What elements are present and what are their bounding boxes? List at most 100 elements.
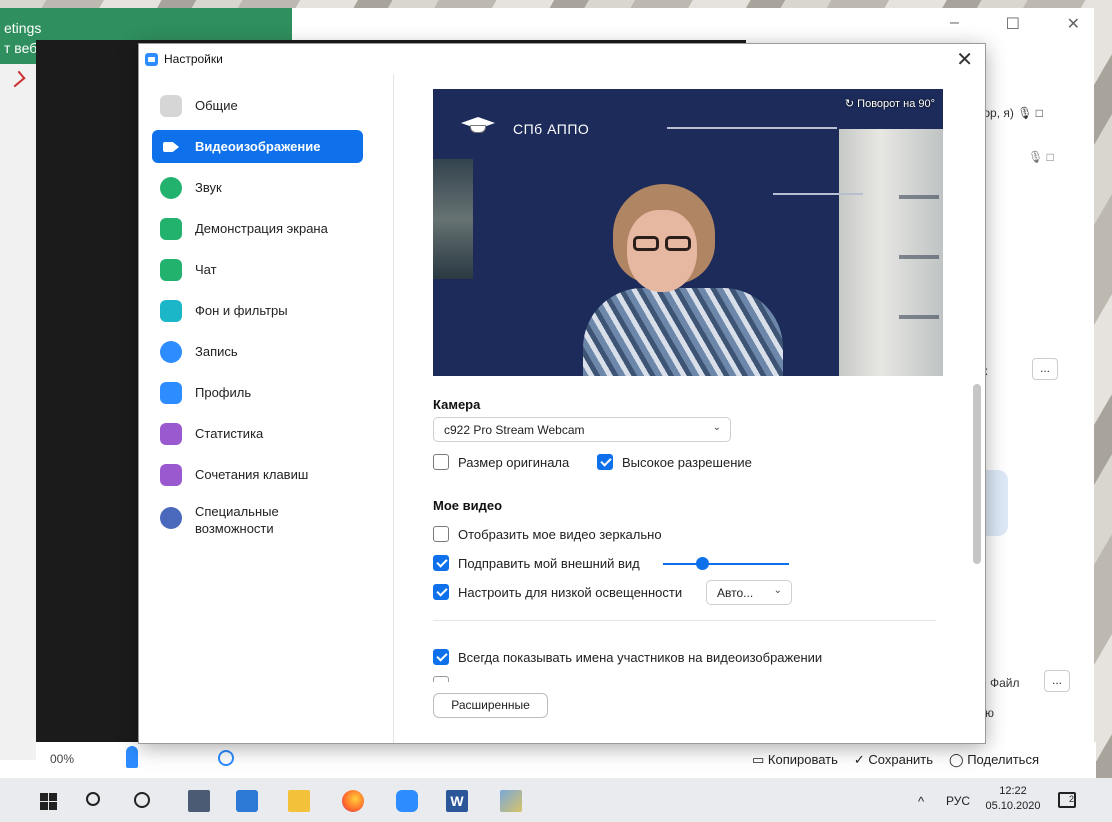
sidebar-item-label: Статистика <box>195 426 264 441</box>
outlook-icon[interactable] <box>236 790 258 812</box>
my-video-heading: Мое видео <box>433 498 503 513</box>
background-icon <box>160 299 182 322</box>
original-size-checkbox[interactable]: Размер оригинала <box>433 452 569 472</box>
sidebar-item-chat[interactable]: Чат <box>152 253 363 286</box>
pen-icon[interactable] <box>8 70 26 88</box>
advanced-button[interactable]: Расширенные <box>433 693 548 718</box>
word-icon[interactable]: W <box>446 790 468 812</box>
camera-select-value: c922 Pro Stream Webcam <box>444 423 585 437</box>
profile-icon <box>160 381 182 404</box>
low-light-checkbox[interactable]: Настроить для низкой освещенности <box>433 582 682 602</box>
touch-up-slider[interactable] <box>663 563 789 565</box>
video-icon <box>160 136 182 158</box>
more-button[interactable]: ... <box>1032 358 1058 380</box>
dialog-title-bar: Настройки ✕ <box>139 44 985 74</box>
zoom-circle-icon[interactable] <box>218 750 234 766</box>
language-indicator[interactable]: РУС <box>946 794 970 808</box>
low-light-mode-value: Авто... <box>717 586 754 600</box>
chat-actions: ▭ Копировать ✓ Сохранить ◯ Поделиться <box>752 746 1096 774</box>
sidebar-item-label: Фон и фильтры <box>195 303 288 318</box>
sidebar-item-profile[interactable]: Профиль <box>152 376 363 409</box>
sidebar-divider <box>393 74 394 743</box>
checkbox-box[interactable] <box>433 584 449 600</box>
camera-heading: Камера <box>433 397 481 412</box>
preview-shelf <box>667 127 837 129</box>
checkbox-box[interactable] <box>597 454 613 470</box>
mic-icon[interactable]: 🎙 <box>1028 150 1043 164</box>
low-light-mode-select[interactable]: Авто... ⌄ <box>706 580 792 605</box>
hd-checkbox[interactable]: Высокое разрешение <box>597 452 752 472</box>
meeting-title-text: etings <box>4 20 42 36</box>
sidebar-item-background[interactable]: Фон и фильтры <box>152 294 363 327</box>
clock-date: 05.10.2020 <box>985 800 1041 812</box>
settings-sidebar: Общие Видеоизображение Звук Демонстрация… <box>139 74 393 743</box>
sidebar-item-general[interactable]: Общие <box>152 89 363 122</box>
mirror-checkbox[interactable]: Отобразить мое видео зеркально <box>433 524 662 544</box>
sidebar-item-statistics[interactable]: Статистика <box>152 417 363 450</box>
camera-icon[interactable]: □ <box>1036 106 1043 120</box>
screenshot-app-icon[interactable] <box>500 790 522 812</box>
zoom-level: 00% <box>50 752 75 766</box>
sidebar-item-video[interactable]: Видеоизображение <box>152 130 363 163</box>
touch-up-checkbox[interactable]: Подправить мой внешний вид <box>433 553 640 573</box>
share-label: Поделиться <box>967 752 1039 767</box>
annotation-toolbar <box>0 64 36 760</box>
mic-icon[interactable]: 🎙 <box>1017 106 1032 120</box>
minimize-button[interactable]: – <box>950 14 959 34</box>
always-show-names-checkbox[interactable]: Всегда показывать имена участников на ви… <box>433 647 822 667</box>
calculator-icon[interactable] <box>188 790 210 812</box>
share-button[interactable]: ◯ Поделиться <box>949 752 1039 768</box>
touch-up-slider-handle[interactable] <box>696 557 709 570</box>
checkbox-box[interactable] <box>433 526 449 542</box>
checkbox-box[interactable] <box>433 649 449 665</box>
task-view-icon[interactable] <box>134 792 150 808</box>
section-divider <box>433 620 936 621</box>
participants-panel: тор, я) 🎙 □ 🎙 □ к ... Файл ... лю <box>978 96 1096 720</box>
window-controls: – ☐ ✕ <box>950 14 1080 34</box>
camera-icon[interactable]: □ <box>1047 150 1054 164</box>
file-explorer-icon[interactable] <box>288 790 310 812</box>
tray-expand-icon[interactable]: ^ <box>918 794 924 809</box>
sidebar-item-accessibility[interactable]: Специальные возможности <box>152 499 363 539</box>
checkbox-label: Подправить мой внешний вид <box>458 555 640 571</box>
save-label: Сохранить <box>868 752 934 767</box>
clock[interactable]: 12:22 05.10.2020 <box>985 784 1041 814</box>
camera-select[interactable]: c922 Pro Stream Webcam ⌄ <box>433 417 731 442</box>
checkbox-box[interactable] <box>433 555 449 571</box>
maximize-button[interactable]: ☐ <box>1006 14 1020 34</box>
sidebar-item-recording[interactable]: Запись <box>152 335 363 368</box>
participant-row: тор, я) 🎙 □ <box>978 106 1043 120</box>
copy-button[interactable]: ▭ Копировать <box>752 752 838 768</box>
checkbox-label: Всегда показывать имена участников на ви… <box>458 649 823 665</box>
sidebar-item-share-screen[interactable]: Демонстрация экрана <box>152 212 363 245</box>
notification-icon[interactable]: 2 <box>1058 792 1076 808</box>
statistics-icon <box>160 422 182 445</box>
gear-icon <box>160 94 182 117</box>
dialog-close-button[interactable]: ✕ <box>956 47 973 72</box>
search-icon[interactable] <box>86 792 100 806</box>
sidebar-item-label: Запись <box>195 344 238 359</box>
firefox-icon[interactable] <box>342 790 364 812</box>
rotate-button[interactable]: ↻ Поворот на 90° <box>845 97 935 110</box>
sidebar-item-label: Чат <box>195 262 217 277</box>
sidebar-item-label: Звук <box>195 180 222 195</box>
sidebar-item-label: Демонстрация экрана <box>195 221 328 236</box>
sidebar-item-label: Специальные возможности <box>195 504 279 536</box>
window-close-button[interactable]: ✕ <box>1067 14 1080 34</box>
settings-scrollbar[interactable] <box>973 384 981 564</box>
sidebar-item-audio[interactable]: Звук <box>152 171 363 204</box>
zoom-slider[interactable] <box>126 746 138 768</box>
accessibility-icon <box>160 507 182 529</box>
keyboard-icon <box>160 463 182 486</box>
clock-time: 12:22 <box>999 785 1027 797</box>
more-button[interactable]: ... <box>1044 670 1070 692</box>
zoom-app-icon[interactable] <box>396 790 418 812</box>
checkbox-box[interactable] <box>433 454 449 470</box>
chat-icon <box>160 258 182 281</box>
windows-start-icon[interactable] <box>38 790 60 812</box>
sidebar-item-shortcuts[interactable]: Сочетания клавиш <box>152 458 363 491</box>
save-button[interactable]: ✓ Сохранить <box>854 752 933 768</box>
preview-bookshelf <box>899 139 939 359</box>
partial-checkbox[interactable] <box>433 676 449 682</box>
preview-logo-text: СПб АППО <box>513 121 590 137</box>
